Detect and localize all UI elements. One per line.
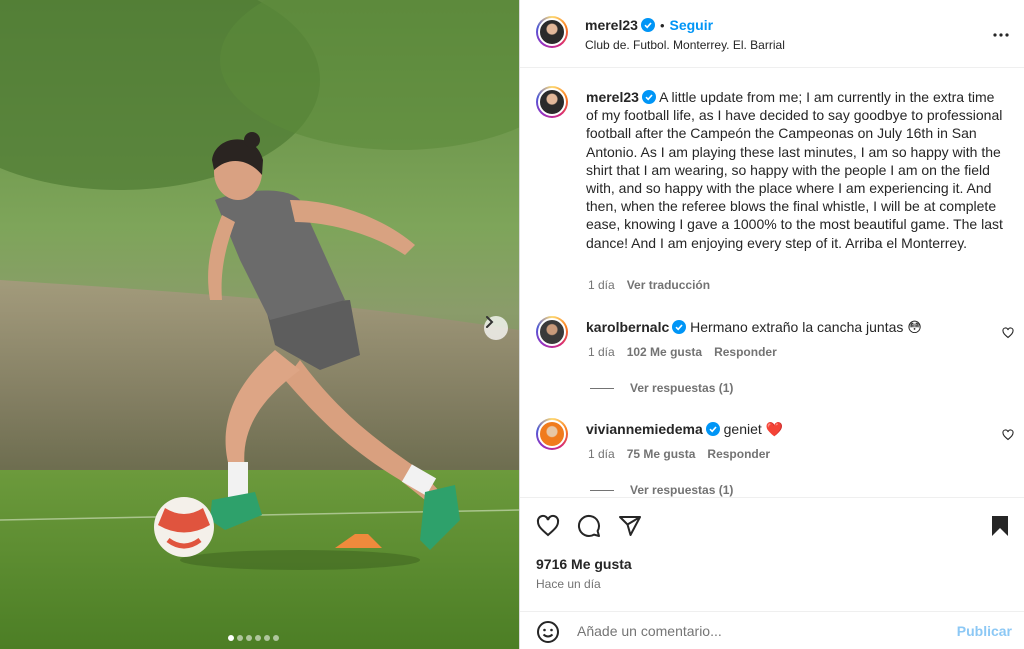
football — [154, 497, 214, 557]
comment-likes[interactable]: 75 Me gusta — [627, 447, 696, 461]
more-options-button[interactable] — [992, 25, 1010, 43]
post-time[interactable]: Hace un día — [536, 577, 601, 591]
replies-line — [590, 387, 614, 389]
verified-badge-icon — [705, 422, 720, 436]
chevron-right-icon — [486, 316, 494, 328]
carousel-dot — [228, 635, 234, 641]
caption: merel23 A little update from me; I am cu… — [586, 88, 1006, 252]
header-title-row: merel23 • Seguir — [585, 17, 713, 35]
comment-button[interactable] — [577, 514, 601, 543]
comment-meta: 1 día 75 Me gusta Responder — [588, 447, 770, 461]
view-replies-button[interactable]: Ver respuestas (1) — [590, 483, 733, 497]
emoji-smile-icon — [537, 621, 559, 643]
avatar[interactable] — [536, 316, 568, 348]
comment-time[interactable]: 1 día — [588, 447, 615, 461]
reply-button[interactable]: Responder — [707, 447, 770, 461]
carousel-indicator — [228, 635, 279, 641]
carousel-dot — [246, 635, 252, 641]
comment-like-button[interactable] — [1002, 326, 1014, 344]
heart-icon — [1002, 327, 1014, 339]
avatar[interactable] — [536, 16, 568, 48]
view-replies-label: Ver respuestas (1) — [630, 483, 734, 497]
carousel-dot — [237, 635, 243, 641]
verified-badge-icon — [641, 90, 656, 104]
translate-link[interactable]: Ver traducción — [627, 278, 710, 292]
comment-username[interactable]: karolbernalc — [586, 319, 669, 335]
caption-username[interactable]: merel23 — [586, 89, 639, 105]
avatar[interactable] — [536, 418, 568, 450]
heart-icon — [1002, 429, 1014, 441]
post-panel: merel23 • Seguir Club de. Futbol. Monterre… — [520, 0, 1024, 649]
verified-badge-icon — [640, 18, 655, 32]
photo-scene — [0, 0, 519, 649]
heart-icon — [536, 514, 560, 537]
more-options-icon — [993, 33, 1009, 37]
comment: karolbernalc Hermano extraño la cancha j… — [586, 319, 922, 336]
like-button[interactable] — [536, 514, 560, 543]
bookmark-icon — [992, 516, 1008, 536]
comment-likes[interactable]: 102 Me gusta — [627, 345, 702, 359]
header-username[interactable]: merel23 — [585, 17, 638, 33]
caption-meta: 1 día Ver traducción — [588, 278, 710, 292]
avatar[interactable] — [536, 86, 568, 118]
caption-time[interactable]: 1 día — [588, 278, 615, 292]
comment: viviannemiedema geniet ❤️ — [586, 421, 783, 438]
comment-input[interactable] — [577, 623, 937, 639]
location-link[interactable]: Club de. Futbol. Monterrey. El. Barrial — [585, 38, 785, 52]
comment-text: geniet ❤️ — [723, 421, 784, 437]
add-comment-bar: Publicar — [520, 611, 1024, 649]
carousel-dot — [255, 635, 261, 641]
caption-text: A little update from me; I am currently … — [586, 89, 1003, 251]
likes-count[interactable]: 9716 Me gusta — [536, 556, 632, 572]
next-slide-button[interactable] — [484, 316, 508, 340]
save-button[interactable] — [988, 514, 1012, 543]
share-button[interactable] — [618, 514, 642, 543]
bullet-separator: • — [659, 18, 665, 33]
replies-line — [590, 489, 614, 491]
comment-time[interactable]: 1 día — [588, 345, 615, 359]
view-replies-button[interactable]: Ver respuestas (1) — [590, 381, 733, 395]
comment-like-button[interactable] — [1002, 428, 1014, 446]
carousel-dot — [264, 635, 270, 641]
post-photo[interactable] — [0, 0, 519, 649]
post-actions: 9716 Me gusta Hace un día Publicar — [520, 497, 1024, 649]
verified-badge-icon — [672, 320, 687, 334]
follow-button[interactable]: Seguir — [670, 17, 714, 33]
post-header: merel23 • Seguir Club de. Futbol. Monterre… — [520, 0, 1024, 68]
comment-bubble-icon — [577, 514, 600, 537]
paper-plane-icon — [619, 516, 641, 536]
emoji-button[interactable] — [536, 620, 560, 649]
comment-text: Hermano extraño la cancha juntas 😳 — [690, 319, 922, 335]
publish-button[interactable]: Publicar — [957, 623, 1012, 639]
comment-meta: 1 día 102 Me gusta Responder — [588, 345, 777, 359]
carousel-dot — [273, 635, 279, 641]
comment-username[interactable]: viviannemiedema — [586, 421, 703, 437]
reply-button[interactable]: Responder — [714, 345, 777, 359]
view-replies-label: Ver respuestas (1) — [630, 381, 734, 395]
